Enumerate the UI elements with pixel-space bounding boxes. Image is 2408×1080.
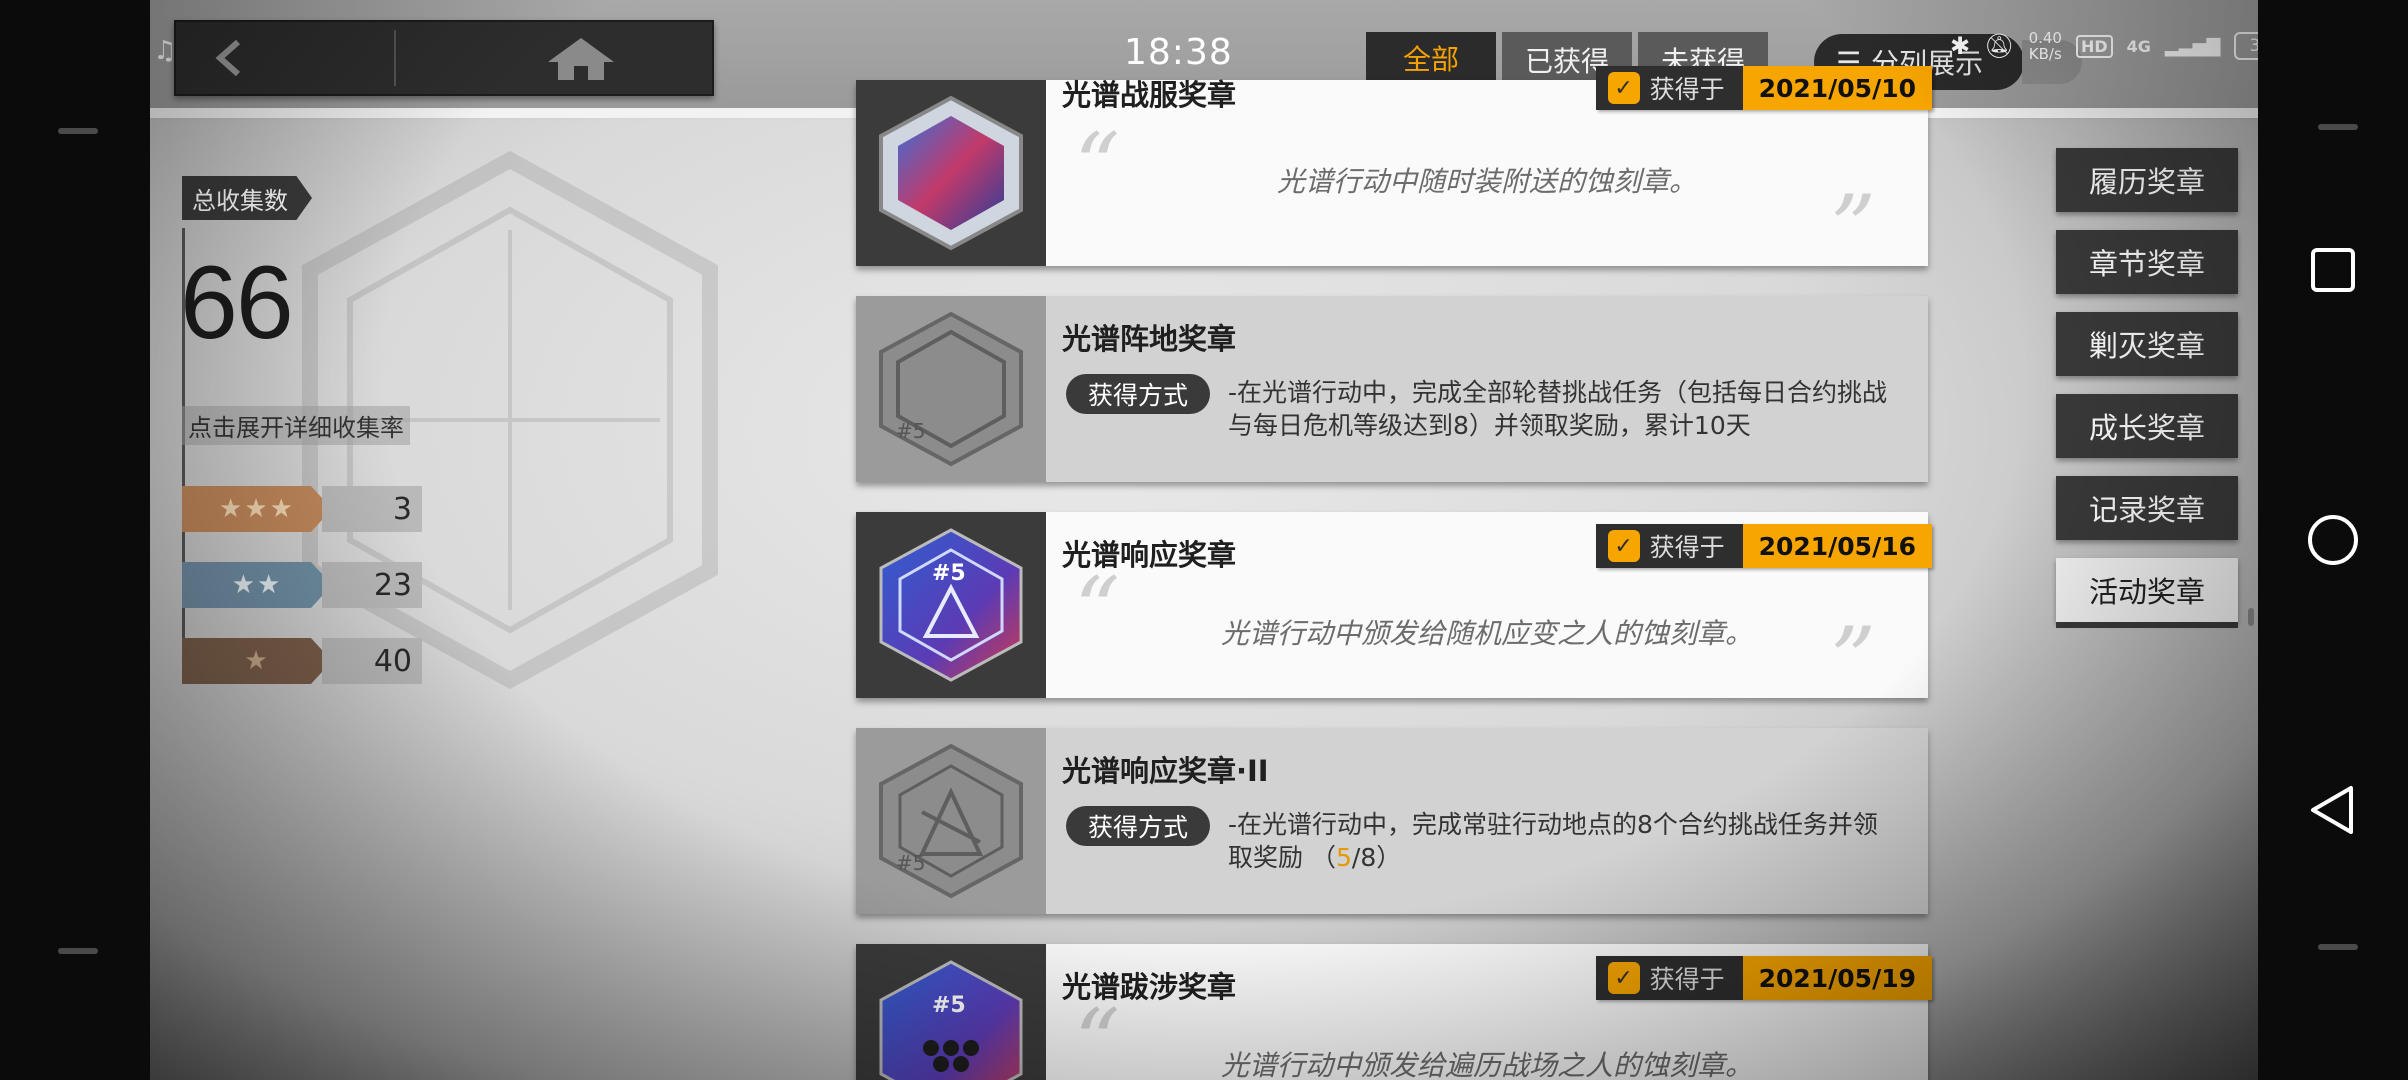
two-star-row: ★★ 23 [182, 562, 422, 608]
check-icon: ✓ [1607, 530, 1640, 562]
network-speed: 0.40 KB/s [2028, 29, 2062, 63]
three-star-count: 3 [322, 486, 422, 532]
medal-card[interactable]: #5 光谱响应奖章·II 获得方式 -在光谱行动中，完成常驻行动地点的8个合约挑… [856, 728, 1928, 914]
clock: 18:38 [1124, 32, 1233, 73]
back-arrow-icon[interactable] [208, 36, 252, 80]
bezel-mark [58, 128, 98, 134]
bluetooth-icon: ✱ [1950, 32, 1971, 60]
medal-image: #5 [856, 512, 1046, 698]
two-star-count: 23 [322, 562, 422, 608]
acquire-method-text: -在光谱行动中，完成常驻行动地点的8个合约挑战任务并领取奖励 （5/8） [1228, 810, 1878, 872]
close-quote-icon: ” [1829, 176, 1876, 281]
total-collection-count[interactable]: 66 [180, 244, 294, 363]
nav-divider [394, 30, 396, 86]
medal-image [856, 80, 1046, 266]
medal-name: 光谱阵地奖章 [1062, 322, 1237, 356]
medal-hexagon-icon: #5 [879, 960, 1023, 1080]
home-circle-icon[interactable] [2303, 510, 2363, 570]
medal-image: #5 [856, 944, 1046, 1080]
medal-name: 光谱响应奖章·II [1062, 754, 1269, 788]
signal-4g: 4G [2126, 36, 2151, 56]
game-navigation [174, 20, 714, 96]
hd-badge: HD [2075, 34, 2113, 58]
medal-hexagon-icon: #5 [879, 528, 1023, 682]
category-chapter[interactable]: 章节奖章 [2056, 230, 2238, 294]
game-screen: ◉ ♫ ▤ ☃ 米 ♪ 18:38 全部 已获得 未获得 ☰ 分列展示 [150, 0, 2258, 1080]
svg-text:#5: #5 [896, 851, 925, 875]
total-collection-title: 总收集数 [182, 176, 312, 220]
recents-square-icon[interactable] [2303, 240, 2363, 300]
bezel-mark [2318, 944, 2358, 950]
three-star-row: ★★★ 3 [182, 486, 422, 532]
system-navigation-bar [2258, 0, 2408, 1080]
medal-image: #5 [856, 728, 1046, 914]
bezel-mark [2318, 124, 2358, 130]
medal-card[interactable]: #5 光谱阵地奖章 获得方式 -在光谱行动中，完成全部轮替挑战任务（包括每日合约… [856, 296, 1928, 482]
acquire-method-badge: 获得方式 [1066, 374, 1210, 414]
acquire-method-text: -在光谱行动中，完成全部轮替挑战任务（包括每日合约挑战与每日危机等级达到8）并领… [1228, 378, 1888, 440]
category-event[interactable]: 活动奖章 [2056, 558, 2238, 628]
one-star-label: ★ [182, 638, 332, 684]
medal-hexagon-icon: #5 [879, 743, 1023, 899]
medal-card[interactable]: 光谱战服奖章 ✓ 获得于 2021/05/10 “ 光谱行动中随时装附送的蚀刻章。… [856, 66, 1932, 274]
mute-icon: 🔕︎ [1984, 32, 2015, 60]
medal-name: 光谱战服奖章 [1062, 78, 1237, 112]
medal-description: 光谱行动中随时装附送的蚀刻章。 [1276, 165, 1697, 198]
acquire-method-badge: 获得方式 [1066, 806, 1210, 846]
earned-date-tag: ✓ 获得于 2021/05/16 [1595, 524, 1932, 568]
svg-text:#5: #5 [932, 561, 966, 586]
earned-date-tag: ✓ 获得于 2021/05/10 [1595, 66, 1932, 110]
earned-date-tag: ✓ 获得于 2021/05/19 [1595, 956, 1932, 1000]
two-star-label: ★★ [182, 562, 332, 608]
system-status: ✱ 🔕︎ 0.40 KB/s HD 4G ▂▃▅▇ 37 [1950, 30, 2258, 62]
category-resume[interactable]: 履历奖章 [2056, 148, 2238, 212]
check-icon: ✓ [1607, 962, 1640, 994]
signal-bars-icon: ▂▃▅▇ [2164, 35, 2221, 57]
medal-card[interactable]: #5 光谱跋涉奖章 ✓ 获得于 2021/05/19 “ 光谱行动中颁发给遍历战场… [856, 944, 1932, 1080]
bezel-mark [58, 948, 98, 954]
back-triangle-icon[interactable] [2303, 780, 2363, 840]
one-star-row: ★ 40 [182, 638, 422, 684]
expand-details-hint[interactable]: 点击展开详细收集率 [182, 406, 410, 445]
battery-icon: 37 [2234, 32, 2258, 60]
close-quote-icon: ” [1829, 608, 1876, 713]
svg-text:#5: #5 [932, 993, 966, 1018]
progress-count: （5/8） [1310, 843, 1402, 872]
check-icon: ✓ [1607, 72, 1640, 104]
three-star-label: ★★★ [182, 486, 332, 532]
medal-description: 光谱行动中颁发给遍历战场之人的蚀刻章。 [1220, 1049, 1753, 1080]
medal-card[interactable]: #5 光谱响应奖章 ✓ 获得于 2021/05/16 “ 光谱行动中颁发给随机应变… [856, 512, 1932, 706]
medal-hexagon-icon: #5 [879, 311, 1023, 467]
scrollbar-thumb[interactable] [2248, 608, 2254, 626]
home-icon[interactable] [546, 36, 616, 82]
category-annihilation[interactable]: 剿灭奖章 [2056, 312, 2238, 376]
category-record[interactable]: 记录奖章 [2056, 476, 2238, 540]
medal-description: 光谱行动中颁发给随机应变之人的蚀刻章。 [1220, 617, 1753, 650]
medal-image: #5 [856, 296, 1046, 482]
category-growth[interactable]: 成长奖章 [2056, 394, 2238, 458]
svg-text:#5: #5 [896, 419, 925, 443]
one-star-count: 40 [322, 638, 422, 684]
medal-hexagon-icon [879, 95, 1023, 251]
